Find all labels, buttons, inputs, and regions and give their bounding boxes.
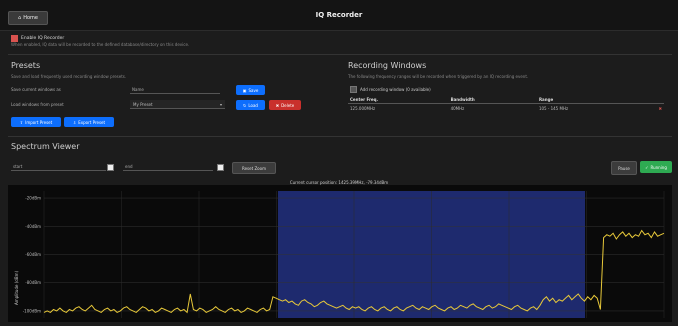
- y-tick-label: -100dBm: [23, 308, 41, 313]
- add-window-row[interactable]: Add recording window (0 available): [350, 86, 431, 93]
- enable-hint: When enabled, IQ data will be recorded t…: [11, 42, 190, 47]
- divider: [8, 54, 672, 55]
- chevron-down-icon: ▾: [219, 101, 222, 107]
- reset-zoom-button[interactable]: Reset Zoom: [232, 162, 276, 174]
- y-axis-label: Amplitude (dBm): [14, 271, 19, 306]
- start-freq-input[interactable]: start: [11, 162, 106, 171]
- end-freq-input[interactable]: end: [123, 162, 213, 171]
- spectrum-chart[interactable]: -20dBm -40dBm -60dBm -80dBm -100dBm Amplitude…: [8, 185, 672, 322]
- row-center-freq: 125.000MHz: [350, 106, 376, 111]
- col-bandwidth: Bandwidth: [448, 96, 537, 104]
- load-label: Load windows from preset: [11, 102, 64, 107]
- pause-button[interactable]: Pause: [611, 161, 637, 175]
- table-row[interactable]: 125.000MHz 40MHz 105 - 145 MHz ✖: [348, 104, 664, 114]
- enable-checkbox[interactable]: [11, 35, 18, 42]
- upload-icon: ⇧: [19, 119, 24, 125]
- presets-title: Presets: [11, 61, 41, 70]
- load-preset-button[interactable]: ↻ Load: [236, 100, 265, 110]
- col-center-freq: Center Freq.: [348, 96, 449, 104]
- start-lock-checkbox[interactable]: [107, 164, 114, 171]
- recording-windows-title: Recording Windows: [348, 61, 427, 70]
- trash-icon: ✖: [275, 102, 280, 108]
- save-label: Save current windows as: [11, 87, 61, 92]
- save-preset-button[interactable]: ▣ Save: [236, 85, 265, 95]
- y-tick-label: -60dBm: [25, 252, 41, 257]
- table-header-row: Center Freq. Bandwidth Range: [348, 96, 664, 104]
- add-window-label: Add recording window (0 available): [360, 87, 431, 92]
- load-preset-select[interactable]: My Preset ▾: [130, 100, 225, 109]
- check-icon: ✓: [645, 164, 649, 170]
- save-icon: ▣: [242, 87, 247, 93]
- enable-label: Enable IQ Recorder: [21, 36, 65, 41]
- app-title: IQ Recorder: [315, 11, 363, 19]
- row-bandwidth: 40MHz: [450, 106, 465, 111]
- download-icon: ⇩: [72, 119, 77, 125]
- row-range: 105 - 145 MHz: [538, 106, 569, 111]
- recording-windows-hint: The following frequency ranges will be r…: [348, 74, 529, 79]
- spectrum-title: Spectrum Viewer: [11, 142, 80, 151]
- add-window-checkbox[interactable]: [350, 86, 357, 93]
- enable-row: Enable IQ Recorder: [11, 35, 64, 42]
- export-preset-button[interactable]: ⇩ Export Preset: [64, 117, 114, 127]
- spectrum-chart-svg[interactable]: -20dBm -40dBm -60dBm -80dBm -100dBm Amplitude…: [8, 185, 672, 322]
- delete-preset-button[interactable]: ✖ Delete: [269, 100, 301, 110]
- load-icon: ↻: [243, 102, 247, 108]
- preset-name-input[interactable]: Name: [130, 85, 220, 94]
- divider: [8, 136, 672, 137]
- y-tick-label: -20dBm: [25, 196, 41, 201]
- end-lock-checkbox[interactable]: [217, 164, 224, 171]
- col-range: Range: [536, 96, 641, 104]
- recording-windows-table: Center Freq. Bandwidth Range 125.000MHz …: [348, 96, 664, 113]
- running-button[interactable]: ✓ Running: [640, 161, 672, 173]
- delete-row-icon[interactable]: ✖: [641, 104, 664, 114]
- y-tick-label: -80dBm: [25, 280, 41, 285]
- y-tick-label: -40dBm: [25, 224, 41, 229]
- import-preset-button[interactable]: ⇧ Import Preset: [11, 117, 61, 127]
- presets-hint: Save and load frequently used recording …: [11, 74, 127, 79]
